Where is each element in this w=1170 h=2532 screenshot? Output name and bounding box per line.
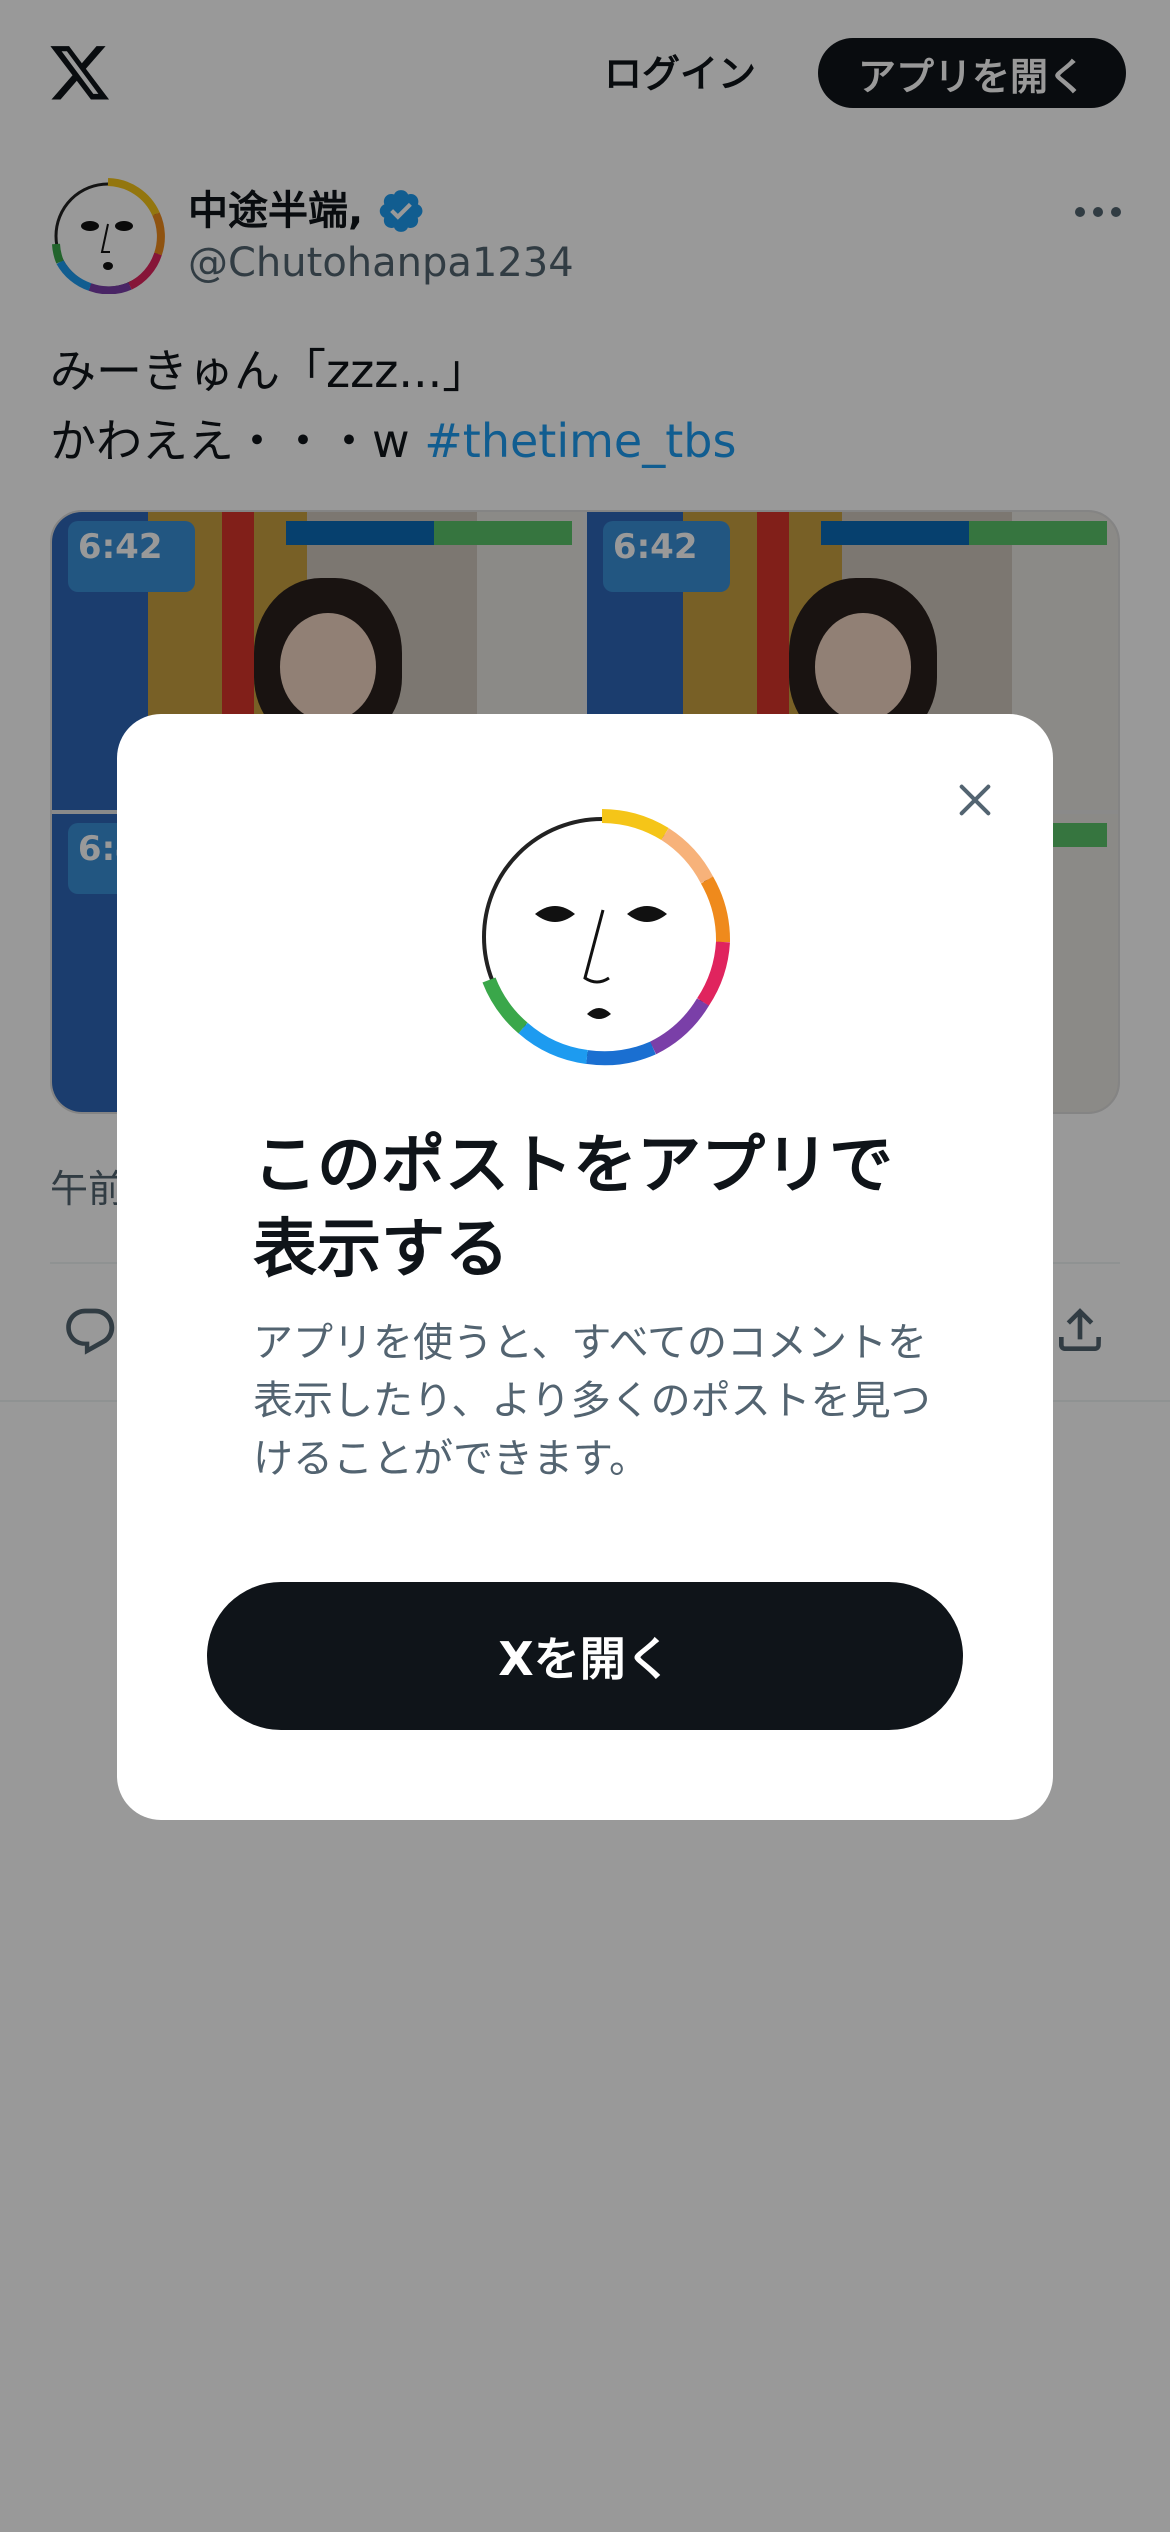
open-x-button[interactable]: Xを開く xyxy=(207,1582,963,1730)
modal-title: このポストをアプリで表示する xyxy=(253,1129,893,1287)
modal-description: アプリを使うと、すべてのコメントを表示したり、より多くのポストを見つけることがで… xyxy=(253,1320,931,1482)
open-in-app-modal: このポストをアプリで表示する アプリを使うと、すべてのコメントを表示したり、より… xyxy=(117,714,1053,1820)
app-logo-icon xyxy=(482,809,731,1066)
close-icon[interactable] xyxy=(943,768,1007,832)
